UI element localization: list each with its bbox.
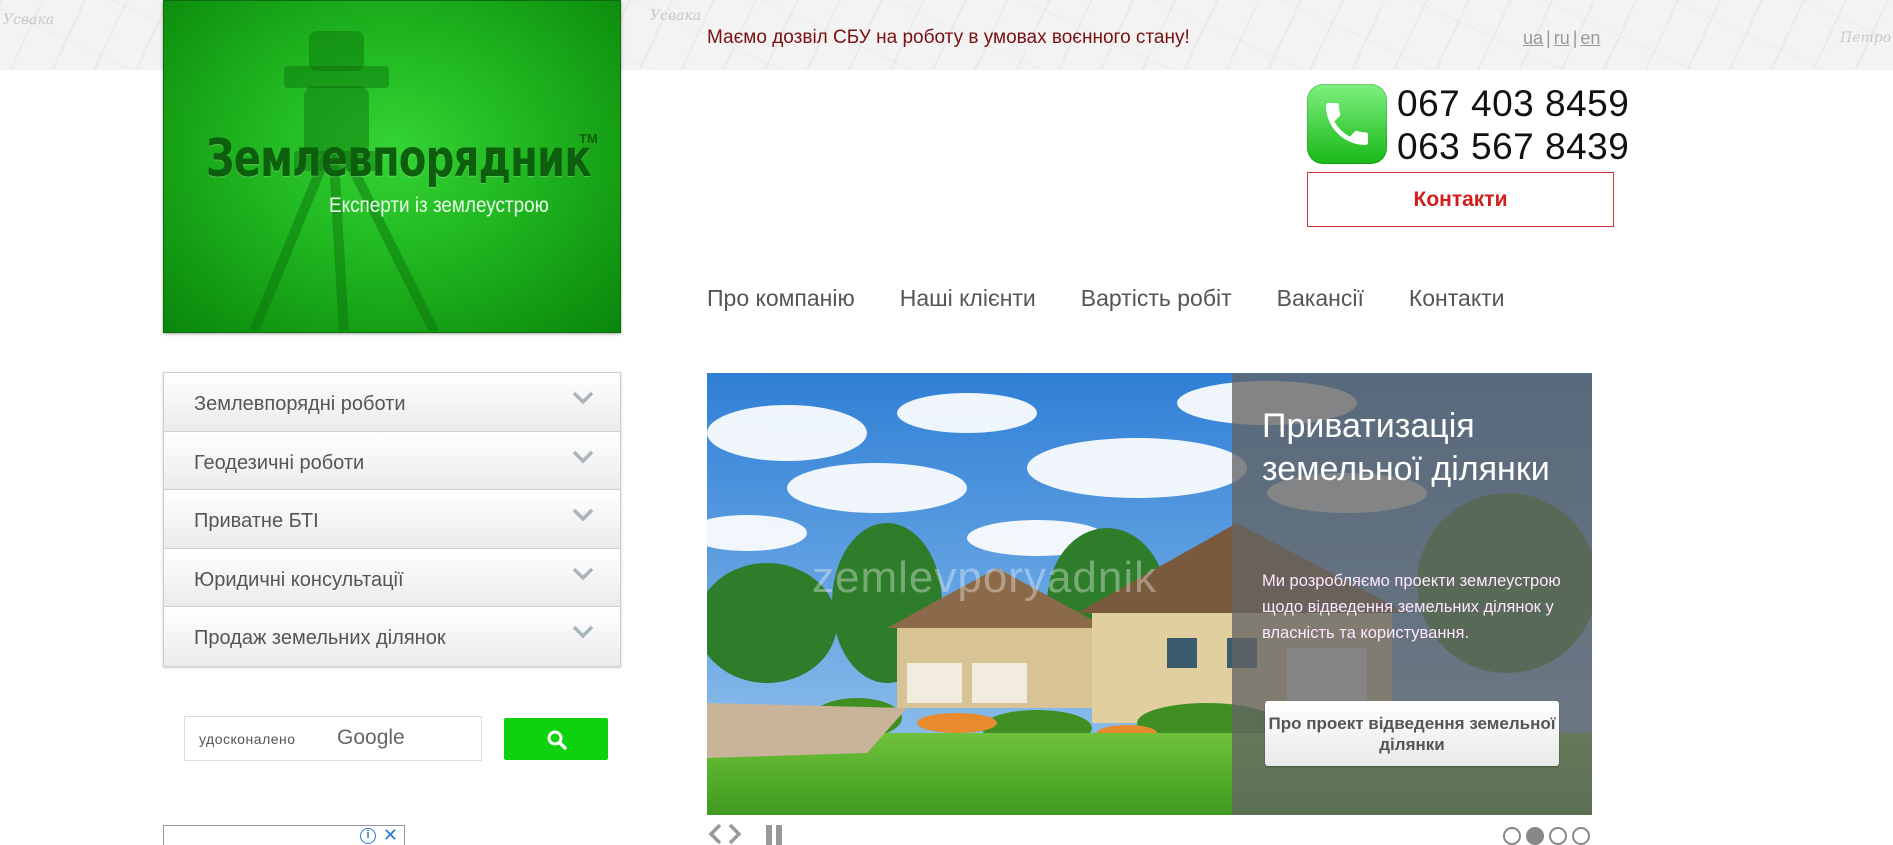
nav-item-vacancies[interactable]: Вакансії	[1277, 285, 1364, 312]
sidebar-item-label: Геодезичні роботи	[194, 451, 365, 474]
phone-number-secondary[interactable]: 063 567 8439	[1397, 126, 1629, 168]
lang-en-link[interactable]: en	[1580, 28, 1600, 48]
slider-dot[interactable]	[1503, 827, 1521, 845]
ad-info-icon[interactable]: i	[360, 828, 376, 844]
pause-icon[interactable]	[765, 824, 783, 845]
search-input[interactable]: удосконалено Google	[184, 716, 482, 761]
sidebar-item-label: Приватне БТІ	[194, 510, 319, 533]
close-icon[interactable]: ✕	[383, 825, 398, 845]
ad-frame: i ✕	[163, 825, 405, 845]
search-placeholder: удосконалено	[199, 731, 296, 747]
chevron-down-icon	[572, 450, 594, 464]
slider-dot-active[interactable]	[1526, 827, 1544, 845]
phone-number-primary[interactable]: 067 403 8459	[1397, 83, 1629, 125]
sidebar-item-label: Юридичні консультації	[194, 568, 404, 591]
sidebar-item-legal[interactable]: Юридичні консультації	[164, 548, 620, 608]
nav-item-contacts[interactable]: Контакти	[1409, 285, 1505, 312]
slide-title: Приватизація земельної ділянки	[1262, 407, 1550, 488]
sidebar-item-geodetic[interactable]: Геодезичні роботи	[164, 431, 620, 491]
nav-item-about[interactable]: Про компанію	[707, 285, 855, 312]
lang-ua-link[interactable]: ua	[1523, 28, 1543, 48]
slider-dot[interactable]	[1572, 827, 1590, 845]
slider-dot[interactable]	[1549, 827, 1567, 845]
sidebar-item-land-management[interactable]: Землевпорядні роботи	[164, 373, 620, 432]
search-brand-label: Google	[337, 726, 405, 749]
photo-watermark: zemlevporyadnik	[812, 553, 1158, 602]
security-notice: Маємо дозвіл СБУ на роботу в умовах воєн…	[707, 27, 1190, 48]
site-logo[interactable]: Землевпорядник TM Експерти із землеустро…	[163, 0, 621, 333]
hero-slider: zemlevporyadnik Приватизація земельної д…	[707, 373, 1592, 815]
logo-subtitle: Експерти із землеустрою	[329, 194, 549, 217]
search-icon	[547, 730, 567, 750]
map-label: Усвака	[3, 12, 55, 28]
slide-caption-panel: Приватизація земельної ділянки Ми розроб…	[1232, 373, 1592, 815]
search-button[interactable]	[504, 718, 608, 760]
map-label: Петро	[1840, 30, 1892, 46]
sidebar-item-label: Землевпорядні роботи	[194, 393, 406, 415]
chevron-down-icon	[572, 508, 594, 522]
sidebar-item-label: Продаж земельних ділянок	[194, 627, 446, 650]
chevron-right-icon[interactable]	[727, 822, 743, 845]
slide-cta-button[interactable]: Про проект відведення земельної ділянки	[1265, 701, 1559, 766]
nav-item-pricing[interactable]: Вартість робіт	[1081, 285, 1232, 312]
lang-ru-link[interactable]: ru	[1554, 28, 1570, 48]
chevron-left-icon[interactable]	[707, 822, 723, 845]
main-nav: Про компанію Наші клієнти Вартість робіт…	[707, 285, 1550, 312]
language-switcher: ua | ru | en	[1523, 28, 1601, 48]
chevron-down-icon	[572, 626, 594, 639]
logo-trademark: TM	[579, 131, 598, 146]
nav-item-clients[interactable]: Наші клієнти	[900, 285, 1036, 312]
sidebar-item-land-sale[interactable]: Продаж земельних ділянок	[164, 607, 620, 666]
slide-description: Ми розробляємо проекти землеустрою щодо …	[1262, 572, 1561, 642]
chevron-down-icon	[572, 391, 594, 405]
map-label: Усвака	[650, 8, 702, 24]
services-accordion: Землевпорядні роботи Геодезичні роботи П…	[163, 372, 621, 667]
sidebar-item-private-bti[interactable]: Приватне БТІ	[164, 490, 620, 549]
contacts-button[interactable]: Контакти	[1307, 172, 1614, 227]
phone-icon	[1307, 84, 1387, 164]
chevron-down-icon	[572, 567, 594, 581]
slider-controls	[707, 820, 1592, 845]
logo-title: Землевпорядник	[206, 129, 592, 189]
